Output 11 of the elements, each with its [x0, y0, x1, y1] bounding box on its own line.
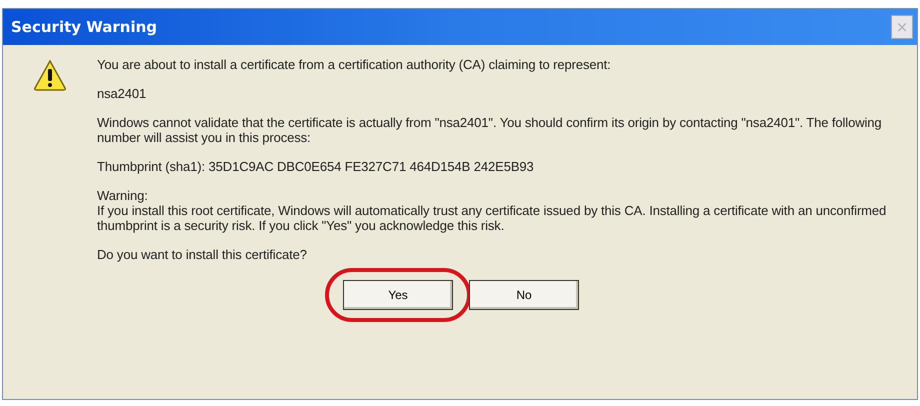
warning-text: If you install this root certificate, Windows will automatically trust any certificate issued by this CA. Installing a certificate with an unconfirmed thumbprint is a security risk. If you click "Yes" you acknowledge this risk. — [97, 203, 888, 233]
message-text: Do you want to install this certificate? — [97, 247, 308, 262]
warning-heading: Warning: — [97, 188, 149, 203]
message-text: nsa2401 — [97, 86, 148, 101]
message-text: You are about to install a certificate from a certification authority (CA) claiming to represent: — [97, 57, 612, 72]
dialog-button[interactable]: No — [469, 280, 579, 310]
dialog-button[interactable]: Yes — [343, 280, 453, 310]
message-text: Windows cannot validate that the certificate is actually from "nsa2401". You should confirm its origin by contacting "nsa2401". The following number will assist you in this process: — [97, 115, 883, 145]
warning-icon — [33, 59, 67, 91]
message-text: Thumbprint (sha1): 35D1C9AC DBC0E654 FE327C71 464D154B 242E5B93 — [97, 159, 535, 174]
window-title: Security Warning — [11, 16, 158, 38]
